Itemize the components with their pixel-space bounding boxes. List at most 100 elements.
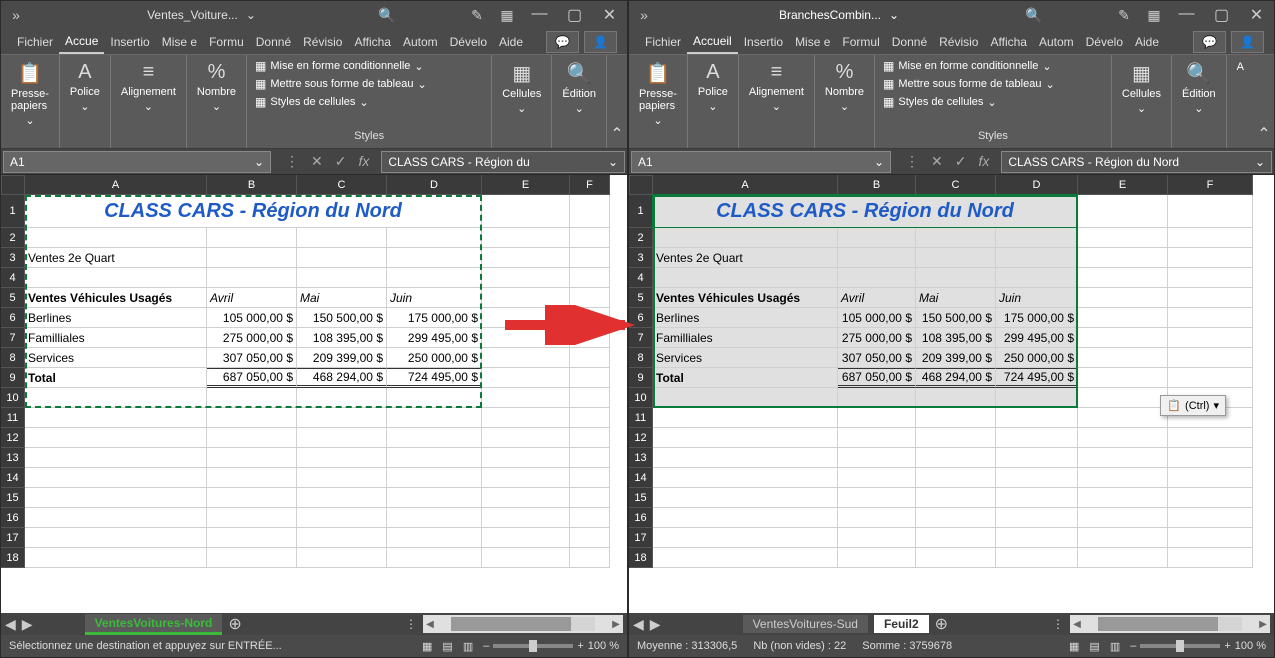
maximize-button[interactable]: ▢: [557, 5, 592, 25]
name-box[interactable]: A1⌄: [631, 151, 891, 173]
comments-button[interactable]: 💬: [1193, 31, 1226, 53]
cell-title[interactable]: CLASS CARS - Région du Nord: [25, 195, 482, 228]
close-button[interactable]: ✕: [1239, 5, 1274, 25]
tab-nav-next[interactable]: ▶: [22, 616, 33, 633]
search-icon[interactable]: 🔍: [372, 7, 402, 24]
menu-aide[interactable]: Aide: [493, 31, 529, 53]
zoom-control[interactable]: –+100 %: [1130, 640, 1266, 652]
maximize-button[interactable]: ▢: [1204, 5, 1239, 25]
doc-title[interactable]: Ventes_Voiture...⌄: [31, 8, 372, 22]
tab-nav-prev[interactable]: ◀: [5, 616, 16, 633]
enter-icon[interactable]: ✓: [335, 153, 347, 170]
more-icon[interactable]: »: [629, 7, 659, 23]
fx-icon[interactable]: fx: [358, 153, 369, 170]
menu-accueil[interactable]: Accueil: [687, 30, 738, 54]
minimize-button[interactable]: —: [1169, 5, 1204, 25]
view-break-icon[interactable]: ▥: [1110, 640, 1120, 653]
tab-split[interactable]: ⋮: [1052, 617, 1064, 631]
cell-styles-button[interactable]: ▦Styles de cellules⌄: [255, 95, 427, 109]
formula-field[interactable]: CLASS CARS - Région du Nord⌄: [1001, 151, 1272, 173]
clipboard-button[interactable]: 📋Presse- papiers⌄: [633, 57, 683, 131]
collapse-ribbon[interactable]: ⌃: [607, 55, 627, 148]
row-headers[interactable]: 123456789101112131415161718: [629, 175, 653, 613]
conditional-format-button[interactable]: ▦Mise en forme conditionnelle⌄: [883, 59, 1055, 73]
menu-fichier[interactable]: Fichier: [639, 31, 687, 53]
add-sheet-button[interactable]: ⊕: [935, 614, 948, 634]
align-button[interactable]: ≡Alignement⌄: [115, 57, 182, 117]
menu-autom[interactable]: Autom: [1033, 31, 1080, 53]
menu-autom[interactable]: Autom: [397, 31, 444, 53]
clipboard-button[interactable]: 📋Presse- papiers⌄: [5, 57, 55, 131]
menu-insertion[interactable]: Insertio: [104, 31, 155, 53]
menu-aide[interactable]: Aide: [1129, 31, 1165, 53]
tab-nav-next[interactable]: ▶: [650, 616, 661, 633]
enter-icon[interactable]: ✓: [955, 153, 967, 170]
formula-field[interactable]: CLASS CARS - Région du⌄: [381, 151, 625, 173]
add-sheet-button[interactable]: ⊕: [228, 614, 241, 634]
edit-button[interactable]: 🔍Édition⌄: [556, 57, 602, 119]
view-normal-icon[interactable]: ▦: [1069, 640, 1079, 653]
sheet-tab-sud[interactable]: VentesVoitures-Sud: [743, 615, 868, 633]
police-button[interactable]: APolice⌄: [64, 57, 106, 117]
doc-title[interactable]: BranchesCombin...⌄: [659, 8, 1019, 22]
nombre-button[interactable]: %Nombre⌄: [819, 57, 870, 117]
menu-mise[interactable]: Mise e: [789, 31, 836, 53]
conditional-format-button[interactable]: ▦Mise en forme conditionnelle⌄: [255, 59, 427, 73]
sheet-tab-feuil2[interactable]: Feuil2: [874, 615, 929, 633]
nombre-button[interactable]: %Nombre⌄: [191, 57, 242, 117]
menu-fichier[interactable]: Fichier: [11, 31, 59, 53]
view-page-icon[interactable]: ▤: [1089, 640, 1099, 653]
view-normal-icon[interactable]: ▦: [422, 640, 432, 653]
format-table-button[interactable]: ▦Mettre sous forme de tableau⌄: [255, 77, 427, 91]
column-headers[interactable]: ABCDEF: [25, 175, 627, 195]
share-button[interactable]: 👤: [584, 31, 617, 53]
menu-insertion[interactable]: Insertio: [738, 31, 789, 53]
cells-button[interactable]: ▦Cellules⌄: [496, 57, 547, 119]
tab-nav-prev[interactable]: ◀: [633, 616, 644, 633]
expand-icon[interactable]: ⋮: [905, 153, 919, 170]
close-button[interactable]: ✕: [592, 5, 627, 25]
menu-revision[interactable]: Révisio: [297, 31, 348, 53]
cell-subtitle[interactable]: Ventes 2e Quart: [25, 248, 207, 268]
minimize-button[interactable]: —: [522, 5, 557, 25]
menu-affichage[interactable]: Afficha: [348, 31, 396, 53]
more-icon[interactable]: »: [1, 7, 31, 23]
menu-accueil[interactable]: Accue: [59, 30, 104, 54]
paste-options-button[interactable]: 📋(Ctrl)▾: [1160, 395, 1226, 416]
sheet-tab-nord[interactable]: VentesVoitures-Nord: [85, 614, 223, 635]
cancel-icon[interactable]: ✕: [931, 153, 943, 170]
menu-affichage[interactable]: Afficha: [984, 31, 1032, 53]
zoom-control[interactable]: –+100 %: [483, 640, 619, 652]
tab-split[interactable]: ⋮: [405, 617, 417, 631]
police-button[interactable]: APolice⌄: [692, 57, 734, 117]
column-headers[interactable]: ABCDEF: [653, 175, 1274, 195]
view-page-icon[interactable]: ▤: [442, 640, 452, 653]
grid[interactable]: 123456789101112131415161718 ABCDEF CLASS…: [629, 175, 1274, 613]
menu-develop[interactable]: Dévelo: [1080, 31, 1129, 53]
menu-develop[interactable]: Dévelo: [444, 31, 493, 53]
row-headers[interactable]: 123456789101112131415161718: [1, 175, 25, 613]
fx-icon[interactable]: fx: [978, 153, 989, 170]
menu-mise[interactable]: Mise e: [156, 31, 203, 53]
share-button[interactable]: 👤: [1231, 31, 1264, 53]
cell-title[interactable]: CLASS CARS - Région du Nord: [653, 195, 1078, 228]
select-all[interactable]: [1, 175, 25, 195]
grid[interactable]: 123456789101112131415161718 ABCDEF CLASS…: [1, 175, 627, 613]
expand-icon[interactable]: ⋮: [285, 153, 299, 170]
menu-revision[interactable]: Révisio: [933, 31, 984, 53]
format-table-button[interactable]: ▦Mettre sous forme de tableau⌄: [883, 77, 1055, 91]
select-all[interactable]: [629, 175, 653, 195]
addins-button[interactable]: A: [1231, 57, 1250, 77]
name-box[interactable]: A1⌄: [3, 151, 271, 173]
layout-icon[interactable]: ▦: [492, 7, 522, 24]
layout-icon[interactable]: ▦: [1139, 7, 1169, 24]
search-icon[interactable]: 🔍: [1019, 7, 1049, 24]
cancel-icon[interactable]: ✕: [311, 153, 323, 170]
cell-styles-button[interactable]: ▦Styles de cellules⌄: [883, 95, 1055, 109]
pen-icon[interactable]: ✎: [462, 7, 492, 24]
menu-donnees[interactable]: Donné: [250, 31, 297, 53]
menu-donnees[interactable]: Donné: [886, 31, 933, 53]
collapse-ribbon[interactable]: ⌃: [1254, 55, 1274, 148]
menu-formules[interactable]: Formul: [836, 31, 885, 53]
pen-icon[interactable]: ✎: [1109, 7, 1139, 24]
